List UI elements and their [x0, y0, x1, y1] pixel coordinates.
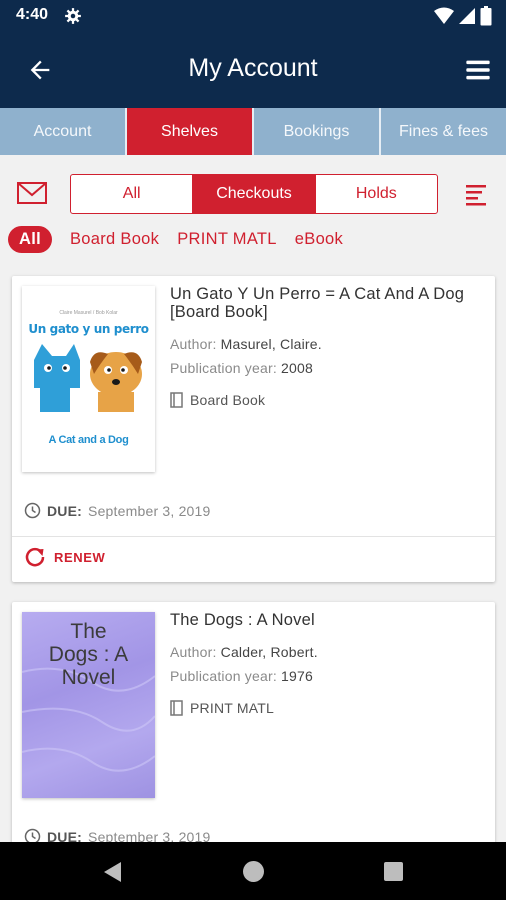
book-publication-year: Publication year: 1976 — [170, 668, 313, 684]
chip-ebook[interactable]: eBook — [295, 230, 343, 249]
cat-dog-illustration — [34, 344, 142, 412]
app-bar: My Account — [0, 32, 506, 108]
filter-row: All Checkouts Holds — [0, 170, 506, 218]
system-nav-bar — [0, 842, 506, 900]
nav-home-icon[interactable] — [243, 861, 264, 882]
card-divider — [12, 536, 495, 537]
page-title: My Account — [188, 54, 318, 82]
book-cover: The Dogs : A Novel — [22, 612, 155, 798]
book-cover: Claire Masurel / Bob Kolar Un gato y un … — [22, 286, 155, 472]
mail-icon[interactable] — [16, 180, 48, 206]
tab-fines-fees[interactable]: Fines & fees — [381, 108, 506, 155]
chip-board-book[interactable]: Board Book — [70, 230, 159, 249]
segment-checkouts[interactable]: Checkouts — [193, 175, 316, 213]
account-tabs: Account Shelves Bookings Fines & fees — [0, 108, 506, 155]
segment-holds[interactable]: Holds — [316, 175, 437, 213]
book-format: Board Book — [170, 392, 265, 408]
clock-icon — [24, 502, 41, 519]
cover-title-es: Un gato y un perro — [28, 322, 149, 336]
cover-title-line-2: Dogs : A — [48, 643, 129, 666]
tab-account[interactable]: Account — [0, 108, 127, 155]
format-filter-chips: All Board Book PRINT MATL eBook — [8, 224, 343, 254]
renew-icon — [25, 547, 45, 567]
cover-title-line-1: The — [70, 620, 107, 643]
nav-recents-icon[interactable] — [384, 862, 403, 881]
shelf-segmented-control: All Checkouts Holds — [70, 174, 438, 214]
nav-back-icon[interactable] — [102, 861, 122, 883]
chip-print-matl[interactable]: PRINT MATL — [177, 230, 277, 249]
sort-icon[interactable] — [464, 184, 488, 206]
cover-authors: Claire Masurel / Bob Kolar — [59, 310, 118, 316]
checkout-card[interactable]: Claire Masurel / Bob Kolar Un gato y un … — [12, 276, 495, 582]
wifi-icon — [434, 7, 454, 24]
chip-all[interactable]: All — [8, 225, 52, 253]
due-date: DUE: September 3, 2019 — [24, 502, 211, 519]
book-author: Author: Masurel, Claire. — [170, 336, 322, 352]
book-format: PRINT MATL — [170, 700, 274, 716]
book-title[interactable]: The Dogs : A Novel — [170, 611, 470, 629]
status-bar: 4:40 — [0, 0, 506, 32]
renew-button[interactable]: RENEW — [24, 546, 105, 568]
segment-all[interactable]: All — [71, 175, 194, 213]
book-author: Author: Calder, Robert. — [170, 644, 318, 660]
status-time: 4:40 — [16, 6, 49, 23]
cover-title-line-3: Novel — [61, 666, 116, 689]
cover-title-en: A Cat and a Dog — [48, 434, 129, 446]
hamburger-menu-icon[interactable] — [464, 56, 492, 84]
book-title[interactable]: Un Gato Y Un Perro = A Cat And A Dog [Bo… — [170, 285, 470, 321]
signal-icon — [459, 8, 475, 24]
battery-icon — [480, 6, 492, 26]
book-publication-year: Publication year: 2008 — [170, 360, 313, 376]
book-icon — [170, 392, 183, 408]
book-icon — [170, 700, 183, 716]
gear-icon — [65, 8, 81, 24]
checkout-card[interactable]: The Dogs : A Novel The Dogs : A Novel Au… — [12, 602, 495, 862]
tab-shelves[interactable]: Shelves — [127, 108, 254, 155]
tab-bookings[interactable]: Bookings — [254, 108, 381, 155]
